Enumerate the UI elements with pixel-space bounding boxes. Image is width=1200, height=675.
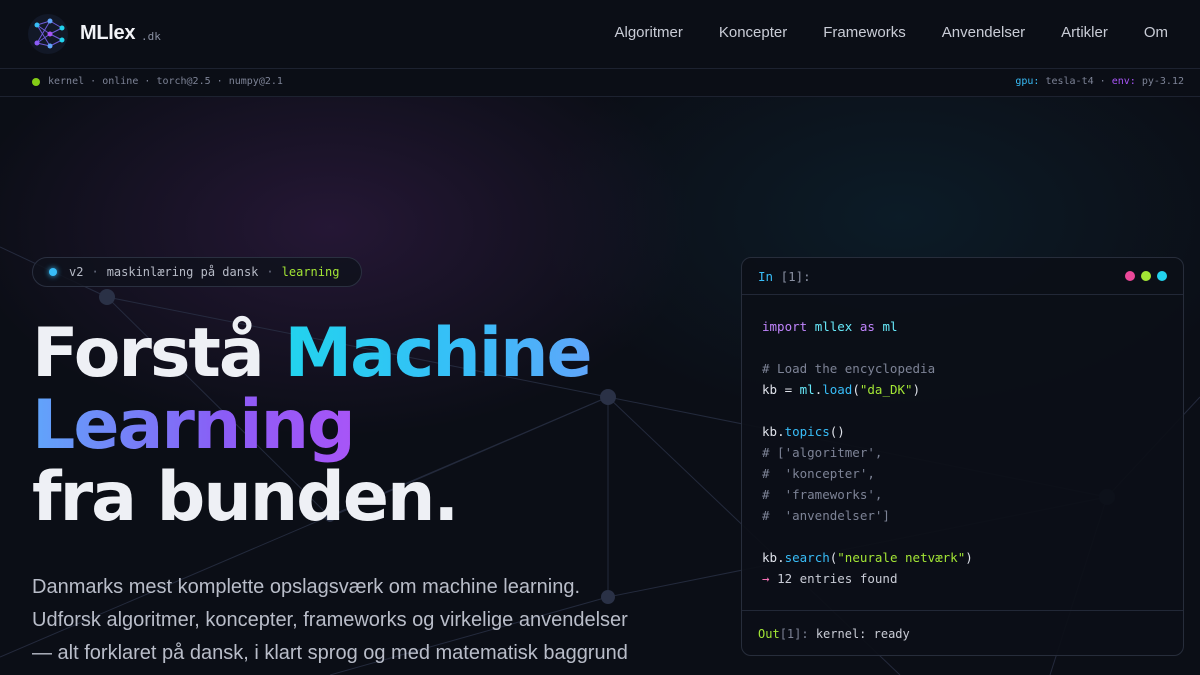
nav-link-koncepter[interactable]: Koncepter xyxy=(719,24,787,41)
output-cell-label: Out[1]: kernel: ready xyxy=(758,627,910,641)
headline-line3: fra bunden. xyxy=(32,458,459,537)
brand-suffix: .dk xyxy=(141,30,161,43)
status-kernel: kernel xyxy=(48,76,85,87)
status-numpy: numpy@2.1 xyxy=(228,76,283,87)
code-comment: # 'frameworks', xyxy=(762,487,883,502)
nav-links: Algoritmer Koncepter Frameworks Anvendel… xyxy=(615,24,1169,41)
status-torch: torch@2.5 xyxy=(156,76,211,87)
nav-link-anvendelser[interactable]: Anvendelser xyxy=(942,24,1025,41)
in-label: In xyxy=(758,269,774,284)
headline-plain: Forstå xyxy=(32,314,285,393)
environment-status: gpu: tesla-t4 · env: py-3.12 xyxy=(1015,76,1184,87)
notebook-footer: Out[1]: kernel: ready xyxy=(742,610,1183,656)
code-token: ml xyxy=(799,382,815,397)
code-result: 12 entries found xyxy=(777,571,898,586)
code-token: mllex xyxy=(814,319,853,334)
result-arrow-icon: → xyxy=(762,571,770,586)
input-cell-label: In [1]: xyxy=(758,269,811,284)
in-index: [1]: xyxy=(780,269,811,284)
window-dot-pink xyxy=(1125,271,1135,281)
notebook-code-card: In [1]: import mllex as ml # Load the en… xyxy=(741,257,1184,656)
status-online: online xyxy=(102,76,139,87)
status-separator: · xyxy=(216,76,223,87)
brand-name[interactable]: MLlex xyxy=(80,22,135,45)
badge-tag: learning xyxy=(281,265,340,279)
code-token: as xyxy=(859,319,875,334)
env-key: env: xyxy=(1111,76,1136,87)
lead-line: Udforsk algoritmer, koncepter, framework… xyxy=(32,609,628,631)
status-separator: · xyxy=(144,76,151,87)
out-label: Out xyxy=(758,627,780,641)
kernel-status: kernel · online · torch@2.5 · numpy@2.1 xyxy=(32,76,283,87)
badge-separator: · xyxy=(91,265,99,279)
nav-link-om[interactable]: Om xyxy=(1144,24,1168,41)
badge-separator: · xyxy=(266,265,274,279)
code-token: ml xyxy=(882,319,898,334)
top-navigation: MLlex .dk Algoritmer Koncepter Framework… xyxy=(0,0,1200,69)
code-string: "neurale netværk" xyxy=(837,550,966,565)
gpu-key: gpu: xyxy=(1015,76,1040,87)
code-string: "da_DK" xyxy=(859,382,913,397)
code-block: import mllex as ml # Load the encycloped… xyxy=(762,319,973,586)
neural-network-logo-icon[interactable] xyxy=(24,12,72,56)
window-dot-cyan xyxy=(1157,271,1167,281)
lead-line: Danmarks mest komplette opslagsværk om m… xyxy=(32,576,580,598)
window-dot-lime xyxy=(1141,271,1151,281)
status-separator: · xyxy=(90,76,97,87)
version-badge: v2 · maskinlæring på dansk · learning xyxy=(32,257,362,287)
headline-line1: Forstå Machine xyxy=(32,314,593,393)
env-value: py-3.12 xyxy=(1141,76,1184,87)
out-index: [1]: xyxy=(779,627,809,641)
headline-accent-machine: Machine xyxy=(284,314,593,393)
status-bar: kernel · online · torch@2.5 · numpy@2.1 … xyxy=(0,69,1200,97)
code-token: load xyxy=(822,382,853,397)
nav-link-artikler[interactable]: Artikler xyxy=(1061,24,1108,41)
gpu-value: tesla-t4 xyxy=(1045,76,1094,87)
code-token: kb = xyxy=(762,382,800,397)
badge-text: maskinlæring på dansk xyxy=(106,265,259,279)
hero-headline: Forstå Machine Learning fra bunden. xyxy=(32,318,593,537)
code-comment: # 'koncepter', xyxy=(762,466,875,481)
code-token: import xyxy=(762,319,808,334)
code-token: search xyxy=(784,550,830,565)
code-token: kb xyxy=(762,424,778,439)
badge-dot xyxy=(49,268,57,276)
badge-version: v2 xyxy=(69,265,84,279)
notebook-header: In [1]: xyxy=(742,258,1183,295)
code-comment: # ['algoritmer', xyxy=(762,445,883,460)
online-status-dot xyxy=(32,77,40,86)
code-token: kb xyxy=(762,550,778,565)
headline-accent-learning: Learning xyxy=(32,386,356,465)
code-token: topics xyxy=(784,424,830,439)
nav-link-algoritmer[interactable]: Algoritmer xyxy=(615,24,683,41)
kernel-ready-text: kernel: ready xyxy=(815,627,910,641)
lead-line: — alt forklaret på dansk, i klart sprog … xyxy=(32,642,628,664)
code-comment: # 'anvendelser'] xyxy=(762,508,890,523)
code-comment: # Load the encyclopedia xyxy=(762,361,936,376)
hero-lead-paragraph: Danmarks mest komplette opslagsværk om m… xyxy=(32,571,712,670)
nav-link-frameworks[interactable]: Frameworks xyxy=(823,24,906,41)
status-separator: · xyxy=(1099,76,1106,87)
window-dots xyxy=(1125,271,1167,281)
